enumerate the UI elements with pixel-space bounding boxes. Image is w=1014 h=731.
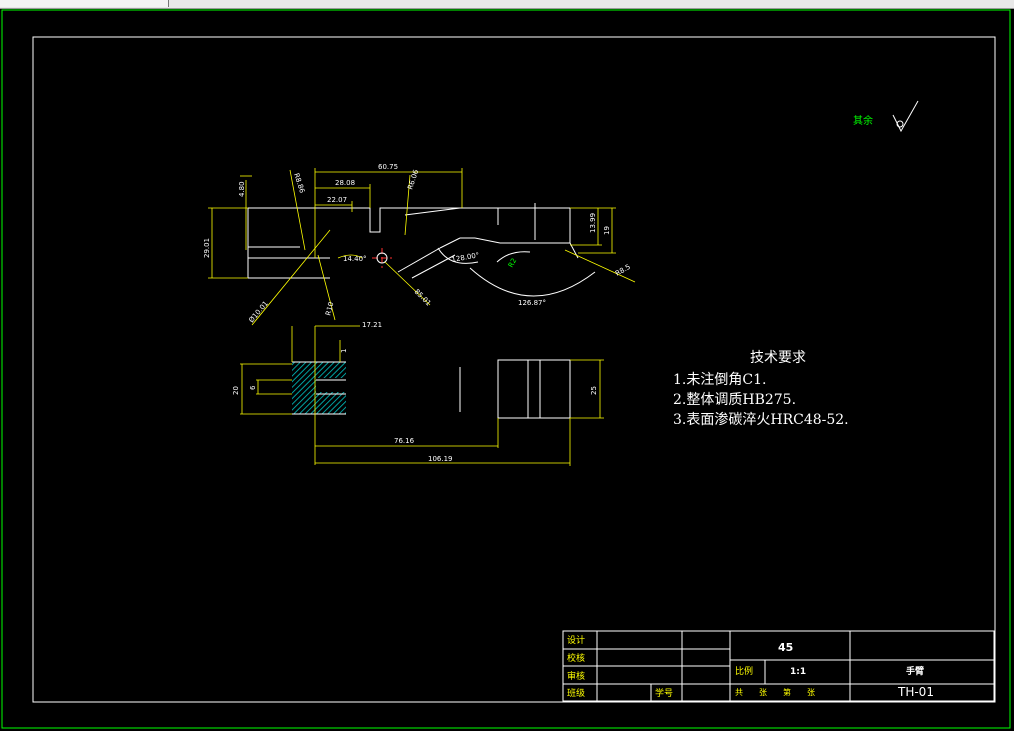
dim-28-08: 28.08 [335,179,355,187]
tech-requirements-title: 技术要求 [750,350,806,366]
dim-29-01: 29.01 [203,238,211,258]
tb-drawing-no: TH-01 [897,685,934,699]
tech-requirement-3: 3.表面渗碳淬火HRC48-52. [673,412,849,428]
dim-20: 20 [232,386,240,395]
tb-part-name: 手臂 [906,665,924,677]
top-view-dimension-texts: 17.21 1 20 6 25 76.16 106.19 [232,321,598,463]
dim-60-75: 60.75 [378,163,398,171]
front-view [247,203,596,297]
dim-25: 25 [590,386,598,395]
dim-6: 6 [249,385,257,390]
dim-126-87: 126.87° [518,299,546,307]
tb-scale-value: 1:1 [790,667,806,677]
tb-student-no: 学号 [655,687,673,699]
front-view-dimension-texts: 60.75 28.08 22.07 4.80 29.01 13.99 19 R6… [203,163,632,324]
tb-sheets: 共 张 第 张 [735,687,819,697]
tb-class: 班级 [567,687,585,699]
dim-13-99: 13.99 [589,213,597,233]
dim-r6-06: R6.06 [406,168,420,190]
drawing-frame [32,36,996,703]
dim-4-80: 4.80 [238,181,246,197]
tb-material: 45 [778,641,793,654]
top-view [292,359,571,419]
dim-r2: R2 [507,257,519,269]
dim-85-01: 85.01 [413,288,433,308]
dim-17-21: 17.21 [362,321,382,329]
dim-a10-01: Ø10.01 [247,300,270,325]
dim-19: 19 [603,226,611,235]
dim-r8-5: R8.5 [614,263,632,278]
dim-1: 1 [340,349,348,353]
tech-requirements: 技术要求 1.未注倒角C1. 2.整体调质HB275. 3.表面渗碳淬火HRC4… [673,350,849,428]
dim-76-16: 76.16 [394,437,415,445]
dim-106-19: 106.19 [428,455,453,463]
tb-review: 审核 [567,670,585,682]
surface-finish-label: 其余 [853,114,873,127]
surface-finish-icon [892,100,919,133]
center-lines [372,248,392,268]
tb-scale-label: 比例 [735,665,753,677]
tb-design: 设计 [567,634,585,646]
tech-requirement-1: 1.未注倒角C1. [673,372,766,388]
tb-check: 校核 [567,652,585,664]
dim-14-40: 14.40° [343,255,367,263]
dim-22-07: 22.07 [327,196,347,204]
tech-requirement-2: 2.整体调质HB275. [673,392,796,408]
cad-drawing-canvas[interactable]: 60.75 28.08 22.07 4.80 29.01 13.99 19 R6… [0,0,1014,731]
